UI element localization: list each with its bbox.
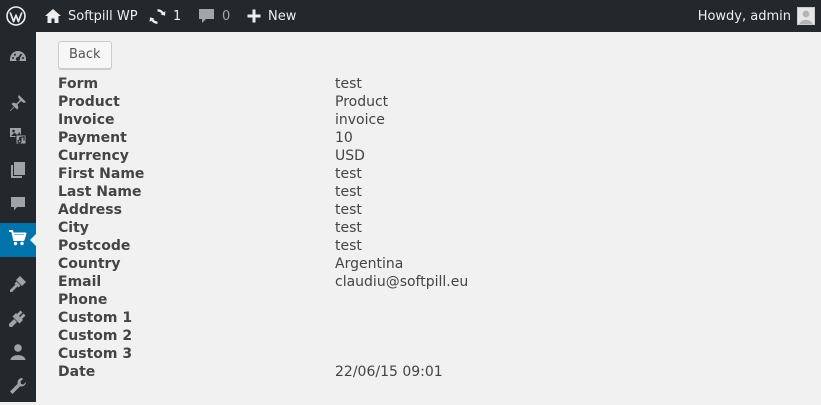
comment-icon bbox=[8, 194, 28, 218]
detail-label: Currency bbox=[58, 147, 129, 165]
menu-item-tools[interactable] bbox=[0, 371, 36, 405]
detail-row-invoice: Invoice invoice bbox=[58, 111, 818, 129]
detail-row-last-name: Last Name test bbox=[58, 183, 818, 201]
menu-item-media[interactable] bbox=[0, 121, 36, 155]
plugin-icon bbox=[8, 308, 28, 332]
detail-label: City bbox=[58, 219, 89, 237]
dashboard-icon bbox=[8, 47, 28, 71]
howdy-label: Howdy, admin bbox=[698, 9, 791, 24]
detail-label: Product bbox=[58, 93, 120, 111]
updates-link[interactable]: 1 bbox=[148, 0, 181, 32]
plus-icon bbox=[247, 9, 261, 23]
detail-label: Custom 1 bbox=[58, 309, 132, 327]
detail-value: Product bbox=[335, 93, 388, 111]
detail-row-address: Address test bbox=[58, 201, 818, 219]
new-content-label: New bbox=[268, 9, 296, 24]
detail-value: USD bbox=[335, 147, 365, 165]
brush-icon bbox=[8, 274, 28, 298]
new-content-link[interactable]: New bbox=[247, 0, 296, 32]
detail-value: test bbox=[335, 183, 362, 201]
comments-count: 0 bbox=[222, 9, 230, 24]
refresh-icon bbox=[148, 7, 167, 26]
pin-icon bbox=[8, 93, 28, 117]
payment-details: Form test Product Product Invoice invoic… bbox=[58, 75, 818, 381]
detail-label: First Name bbox=[58, 165, 144, 183]
detail-label: Country bbox=[58, 255, 121, 273]
main-content: Back Form test Product Product Invoice i… bbox=[36, 32, 821, 402]
detail-row-form: Form test bbox=[58, 75, 818, 93]
menu-item-softpill-payments[interactable] bbox=[0, 223, 36, 257]
wordpress-logo-icon[interactable] bbox=[6, 0, 26, 32]
detail-value: test bbox=[335, 219, 362, 237]
avatar bbox=[797, 7, 815, 25]
comments-link[interactable]: 0 bbox=[198, 0, 230, 32]
detail-row-currency: Currency USD bbox=[58, 147, 818, 165]
detail-row-custom-3: Custom 3 bbox=[58, 345, 818, 363]
detail-label: Custom 3 bbox=[58, 345, 132, 363]
back-button[interactable]: Back bbox=[58, 41, 112, 69]
admin-bar: Softpill WP 1 0 New Howdy bbox=[0, 0, 821, 32]
detail-value: test bbox=[335, 75, 362, 93]
media-icon bbox=[8, 126, 28, 150]
my-account-link[interactable]: Howdy, admin bbox=[698, 0, 815, 32]
detail-value: 10 bbox=[335, 129, 353, 147]
menu-item-pages[interactable] bbox=[0, 155, 36, 189]
detail-row-phone: Phone bbox=[58, 291, 818, 309]
detail-value: test bbox=[335, 165, 362, 183]
detail-label: Custom 2 bbox=[58, 327, 132, 345]
updates-count: 1 bbox=[173, 9, 181, 24]
pages-icon bbox=[8, 160, 28, 184]
detail-row-custom-1: Custom 1 bbox=[58, 309, 818, 327]
admin-side-menu bbox=[0, 32, 36, 402]
detail-label: Postcode bbox=[58, 237, 130, 255]
detail-row-country: Country Argentina bbox=[58, 255, 818, 273]
menu-item-users[interactable] bbox=[0, 337, 36, 371]
detail-row-email: Email claudiu@softpill.eu bbox=[58, 273, 818, 291]
detail-label: Form bbox=[58, 75, 98, 93]
home-icon bbox=[44, 8, 62, 24]
detail-label: Email bbox=[58, 273, 101, 291]
detail-row-first-name: First Name test bbox=[58, 165, 818, 183]
menu-item-dashboard[interactable] bbox=[0, 42, 36, 76]
detail-row-city: City test bbox=[58, 219, 818, 237]
site-name-label: Softpill WP bbox=[68, 9, 138, 24]
detail-row-postcode: Postcode test bbox=[58, 237, 818, 255]
menu-item-appearance[interactable] bbox=[0, 269, 36, 303]
detail-value: Argentina bbox=[335, 255, 403, 273]
detail-value: claudiu@softpill.eu bbox=[335, 273, 468, 291]
detail-value: test bbox=[335, 201, 362, 219]
detail-label: Payment bbox=[58, 129, 127, 147]
wrench-icon bbox=[8, 376, 28, 400]
detail-label: Invoice bbox=[58, 111, 115, 129]
detail-value: 22/06/15 09:01 bbox=[335, 363, 443, 381]
menu-item-plugins[interactable] bbox=[0, 303, 36, 337]
site-name-link[interactable]: Softpill WP bbox=[44, 0, 138, 32]
user-icon bbox=[8, 342, 28, 366]
detail-row-product: Product Product bbox=[58, 93, 818, 111]
detail-label: Last Name bbox=[58, 183, 142, 201]
detail-label: Phone bbox=[58, 291, 107, 309]
detail-label: Date bbox=[58, 363, 95, 381]
detail-row-date: Date 22/06/15 09:01 bbox=[58, 363, 818, 381]
detail-value: invoice bbox=[335, 111, 385, 129]
detail-row-payment: Payment 10 bbox=[58, 129, 818, 147]
comment-bubble-icon bbox=[198, 8, 215, 24]
menu-item-posts[interactable] bbox=[0, 88, 36, 122]
detail-label: Address bbox=[58, 201, 122, 219]
cart-icon bbox=[8, 228, 28, 252]
detail-row-custom-2: Custom 2 bbox=[58, 327, 818, 345]
menu-item-comments[interactable] bbox=[0, 189, 36, 223]
detail-value: test bbox=[335, 237, 362, 255]
